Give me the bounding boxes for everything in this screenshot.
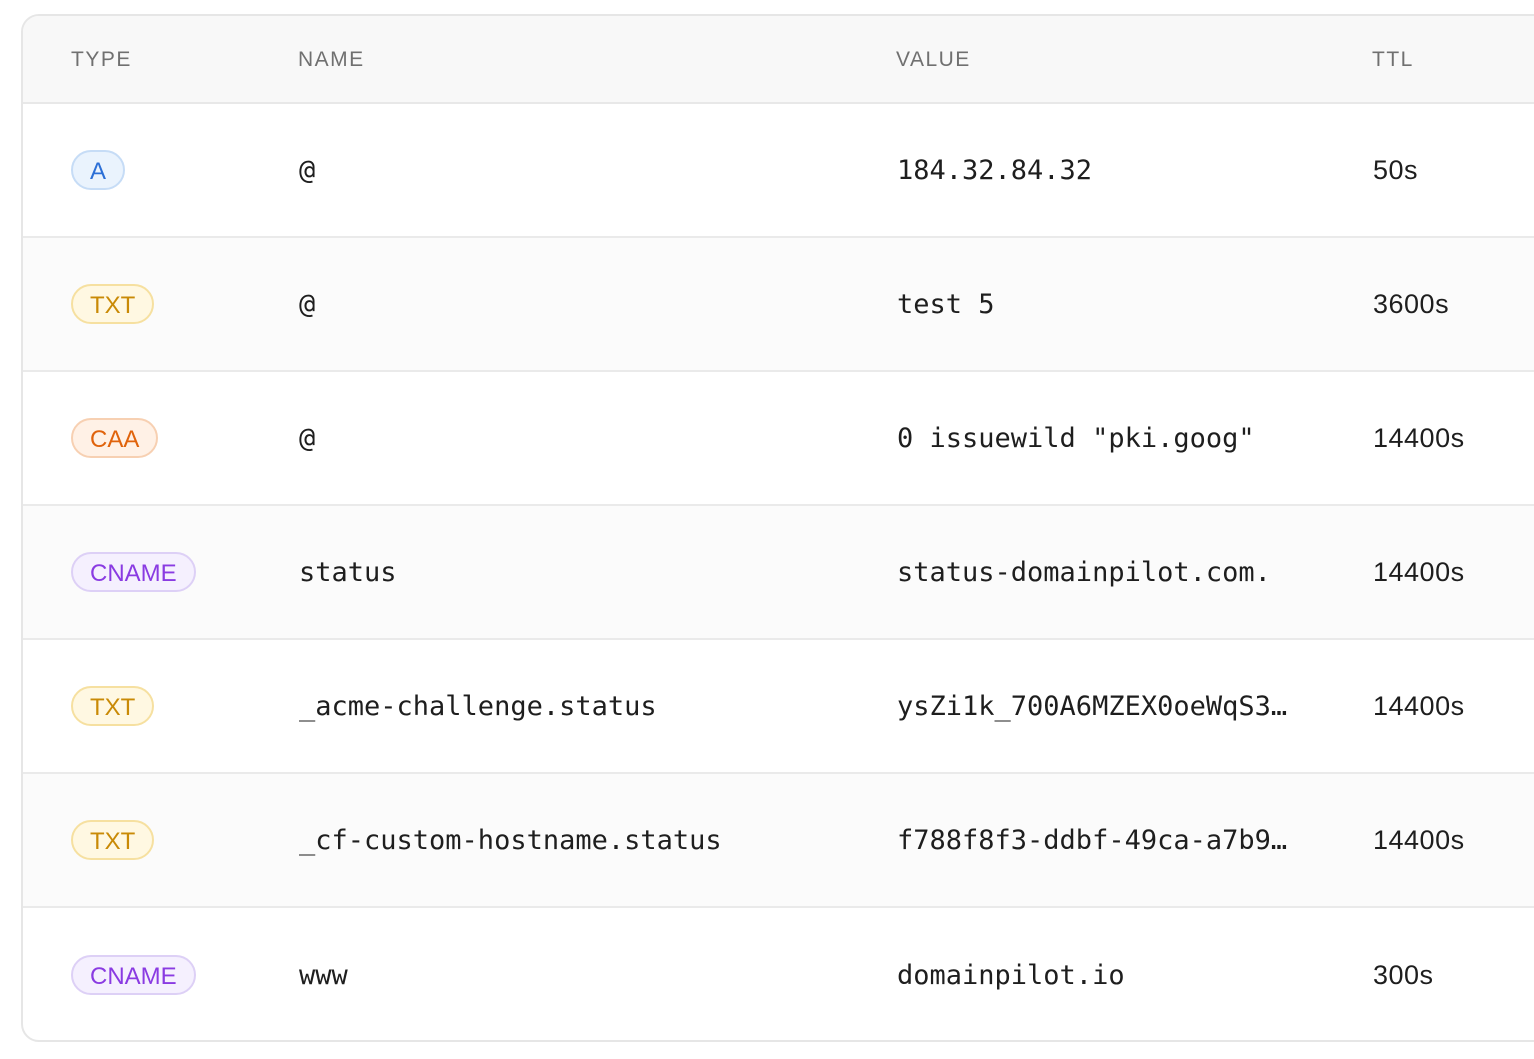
table-row[interactable]: A @ 184.32.84.32 50s bbox=[23, 104, 1534, 238]
record-ttl: 14400s bbox=[1373, 824, 1465, 855]
record-value: ysZi1k_700A6MZEX0oeWqS3… bbox=[897, 690, 1288, 722]
dns-records-table: TYPE NAME VALUE TTL A @ 184.32.84.32 50s… bbox=[21, 14, 1534, 1042]
record-name: @ bbox=[299, 288, 316, 320]
record-ttl: 50s bbox=[1373, 154, 1419, 185]
table-header: TYPE NAME VALUE TTL bbox=[23, 16, 1534, 104]
table-row[interactable]: CAA @ 0 issuewild "pki.goog" 14400s bbox=[23, 372, 1534, 506]
column-header-type[interactable]: TYPE bbox=[71, 16, 132, 104]
record-name: _cf-custom-hostname.status bbox=[299, 824, 722, 856]
record-value: f788f8f3-ddbf-49ca-a7b9… bbox=[897, 824, 1288, 856]
record-name: @ bbox=[299, 154, 316, 186]
record-name: www bbox=[299, 959, 348, 991]
record-value: test 5 bbox=[897, 288, 995, 320]
column-header-name[interactable]: NAME bbox=[298, 16, 365, 104]
record-ttl: 14400s bbox=[1373, 556, 1465, 587]
record-type-badge: TXT bbox=[71, 820, 155, 860]
record-name: @ bbox=[299, 422, 316, 454]
record-value: 184.32.84.32 bbox=[897, 154, 1093, 186]
table-row[interactable]: CNAME www domainpilot.io 300s bbox=[23, 908, 1534, 1040]
record-value: 0 issuewild "pki.goog" bbox=[897, 422, 1255, 454]
record-type-badge: CAA bbox=[71, 418, 159, 458]
column-header-ttl[interactable]: TTL bbox=[1372, 16, 1414, 104]
record-type-badge: A bbox=[71, 150, 126, 190]
column-header-value[interactable]: VALUE bbox=[896, 16, 971, 104]
record-value: domainpilot.io bbox=[897, 959, 1125, 991]
record-type-badge: TXT bbox=[71, 686, 155, 726]
record-name: _acme-challenge.status bbox=[299, 690, 657, 722]
record-type-badge: CNAME bbox=[71, 552, 196, 592]
record-ttl: 14400s bbox=[1373, 422, 1465, 453]
record-ttl: 3600s bbox=[1373, 288, 1450, 319]
record-name: status bbox=[299, 556, 397, 588]
table-row[interactable]: TXT _acme-challenge.status ysZi1k_700A6M… bbox=[23, 640, 1534, 774]
table-row[interactable]: TXT @ test 5 3600s bbox=[23, 238, 1534, 372]
table-row[interactable]: CNAME status status-domainpilot.com. 144… bbox=[23, 506, 1534, 640]
record-type-badge: TXT bbox=[71, 284, 155, 324]
record-type-badge: CNAME bbox=[71, 955, 196, 995]
record-ttl: 14400s bbox=[1373, 690, 1465, 721]
table-row[interactable]: TXT _cf-custom-hostname.status f788f8f3-… bbox=[23, 774, 1534, 908]
record-ttl: 300s bbox=[1373, 959, 1434, 990]
record-value: status-domainpilot.com. bbox=[897, 556, 1271, 588]
